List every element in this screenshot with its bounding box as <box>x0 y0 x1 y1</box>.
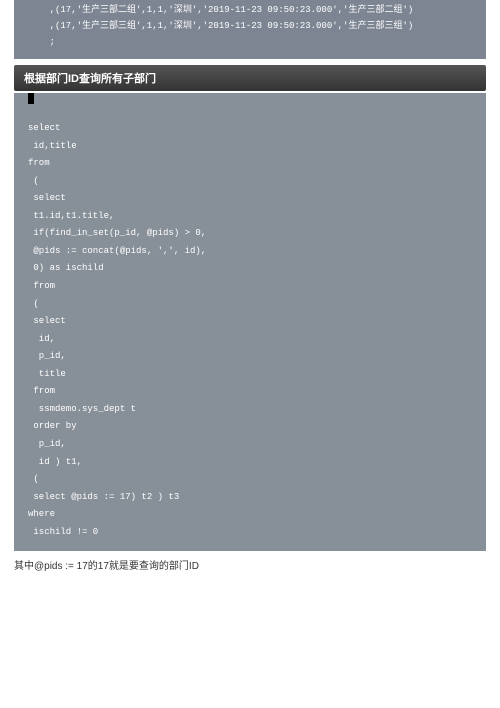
code-line: select @pids := 17) t2 ) t3 <box>28 492 179 502</box>
code-line: ,(17,'生产三部二组',1,1,'深圳','2019-11-23 09:50… <box>28 5 413 15</box>
top-code-block: ,(17,'生产三部二组',1,1,'深圳','2019-11-23 09:50… <box>14 0 486 59</box>
code-line: p_id, <box>28 439 66 449</box>
code-line: select <box>28 193 66 203</box>
footnote-text: 其中@pids := 17的17就是要查询的部门ID <box>0 555 500 582</box>
code-line: from <box>28 281 55 291</box>
code-line: select <box>28 123 60 133</box>
main-code-block: select id,title from ( select t1.id,t1.t… <box>14 93 486 552</box>
code-line: ,(17,'生产三部三组',1,1,'深圳','2019-11-23 09:50… <box>28 21 413 31</box>
code-line: from <box>28 158 50 168</box>
code-line: t1.id,t1.title, <box>28 211 114 221</box>
code-line: ( <box>28 299 39 309</box>
code-line: ( <box>28 176 39 186</box>
code-line: title <box>28 369 66 379</box>
code-line: ( <box>28 474 39 484</box>
code-line: id,title <box>28 141 77 151</box>
code-line: id ) t1, <box>28 457 82 467</box>
code-line: from <box>28 386 55 396</box>
code-line: select <box>28 316 66 326</box>
code-line: id, <box>28 334 55 344</box>
code-line: where <box>28 509 55 519</box>
cursor-icon <box>28 93 34 104</box>
code-line: order by <box>28 421 77 431</box>
code-line: ssmdemo.sys_dept t <box>28 404 136 414</box>
code-line: @pids := concat(@pids, ',', id), <box>28 246 206 256</box>
section-header: 根据部门ID查询所有子部门 <box>14 65 486 91</box>
code-line: ; <box>28 37 55 47</box>
code-line: 0) as ischild <box>28 263 104 273</box>
code-line: if(find_in_set(p_id, @pids) > 0, <box>28 228 206 238</box>
code-line: p_id, <box>28 351 66 361</box>
code-line: ischild != 0 <box>28 527 98 537</box>
